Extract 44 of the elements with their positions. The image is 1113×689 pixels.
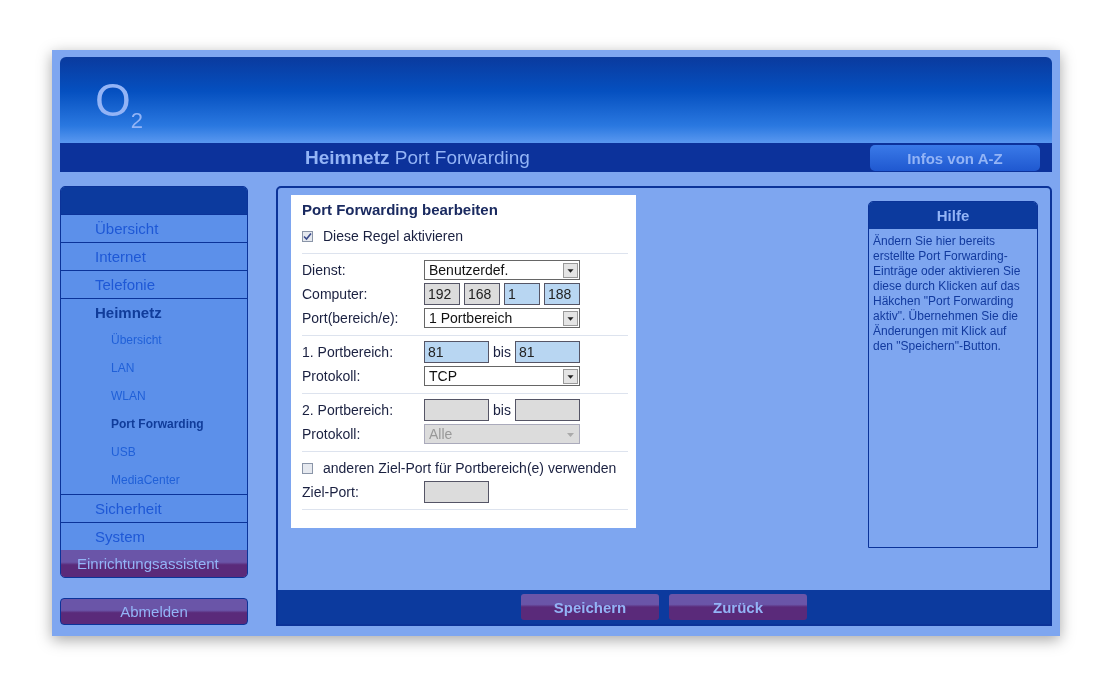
sidebar-item[interactable]: Übersicht: [61, 214, 247, 242]
sidebar-subitem[interactable]: MediaCenter: [61, 466, 247, 494]
field-label: Ziel-Port:: [302, 484, 360, 500]
form-title: Port Forwarding bearbeiten: [302, 201, 499, 220]
sidebar-item[interactable]: Internet: [61, 242, 247, 270]
help-title: Hilfe: [869, 202, 1037, 229]
footer-button[interactable]: Speichern: [521, 594, 659, 620]
sidebar-subitem[interactable]: USB: [61, 438, 247, 466]
footer-button[interactable]: Zurück: [669, 594, 807, 620]
checkbox-label: anderen Ziel-Port für Portbereich(e) verwenden: [323, 460, 617, 476]
dropdown[interactable]: Benutzerdef.: [424, 260, 580, 280]
checkbox[interactable]: [302, 462, 313, 474]
checkbox-label: Diese Regel aktivieren: [323, 228, 464, 244]
sidebar-subitem[interactable]: LAN: [61, 354, 247, 382]
logo: O$_{2}$: [95, 75, 144, 135]
ip-octet-field[interactable]: 1: [504, 283, 540, 305]
page-title: Heimnetz Port Forwarding: [305, 146, 531, 169]
field-label: Dienst:: [302, 262, 347, 278]
port-from-field[interactable]: 81: [424, 341, 489, 363]
field-label: Protokoll:: [302, 426, 362, 442]
dropdown[interactable]: TCP: [424, 366, 580, 386]
help-text: Ändern Sie hier bereits erstellte Port Forwarding-Einträge oder aktivieren Sie diese durch Klicken auf das Häkchen "Port Forwarding aktiv". Übernehmen Sie die Änderungen mit Klick auf den "Speichern"-Button.: [872, 233, 1022, 355]
sidebar-subitem[interactable]: Port Forwarding: [61, 410, 247, 438]
sidebar-subitem[interactable]: WLAN: [61, 382, 247, 410]
field-label: Port(bereich/e):: [302, 310, 400, 326]
field-label: 1. Portbereich:: [302, 344, 395, 360]
port-to-field[interactable]: 81: [514, 341, 580, 363]
range-separator: bis: [493, 402, 511, 418]
field-label: Protokoll:: [302, 368, 362, 384]
sidebar-subitem[interactable]: Übersicht: [61, 326, 247, 354]
ip-octet-field[interactable]: 168: [464, 283, 500, 305]
checkbox[interactable]: [302, 230, 313, 242]
range-separator: bis: [493, 344, 511, 360]
field-label: 2. Portbereich:: [302, 402, 395, 418]
ip-octet-field[interactable]: 192: [424, 283, 460, 305]
logout-button[interactable]: Abmelden: [60, 598, 248, 625]
dropdown[interactable]: 1 Portbereich: [424, 308, 580, 328]
sidebar-item[interactable]: Telefonie: [61, 270, 247, 298]
ip-octet-field[interactable]: 188: [544, 283, 580, 305]
sidebar-item[interactable]: Sicherheit: [61, 494, 247, 522]
info-button[interactable]: Infos von A-Z: [870, 145, 1040, 171]
field-label: Computer:: [302, 286, 369, 302]
sidebar-item[interactable]: Heimnetz: [61, 298, 247, 326]
sidebar-item[interactable]: Einrichtungsassistent: [61, 550, 247, 577]
